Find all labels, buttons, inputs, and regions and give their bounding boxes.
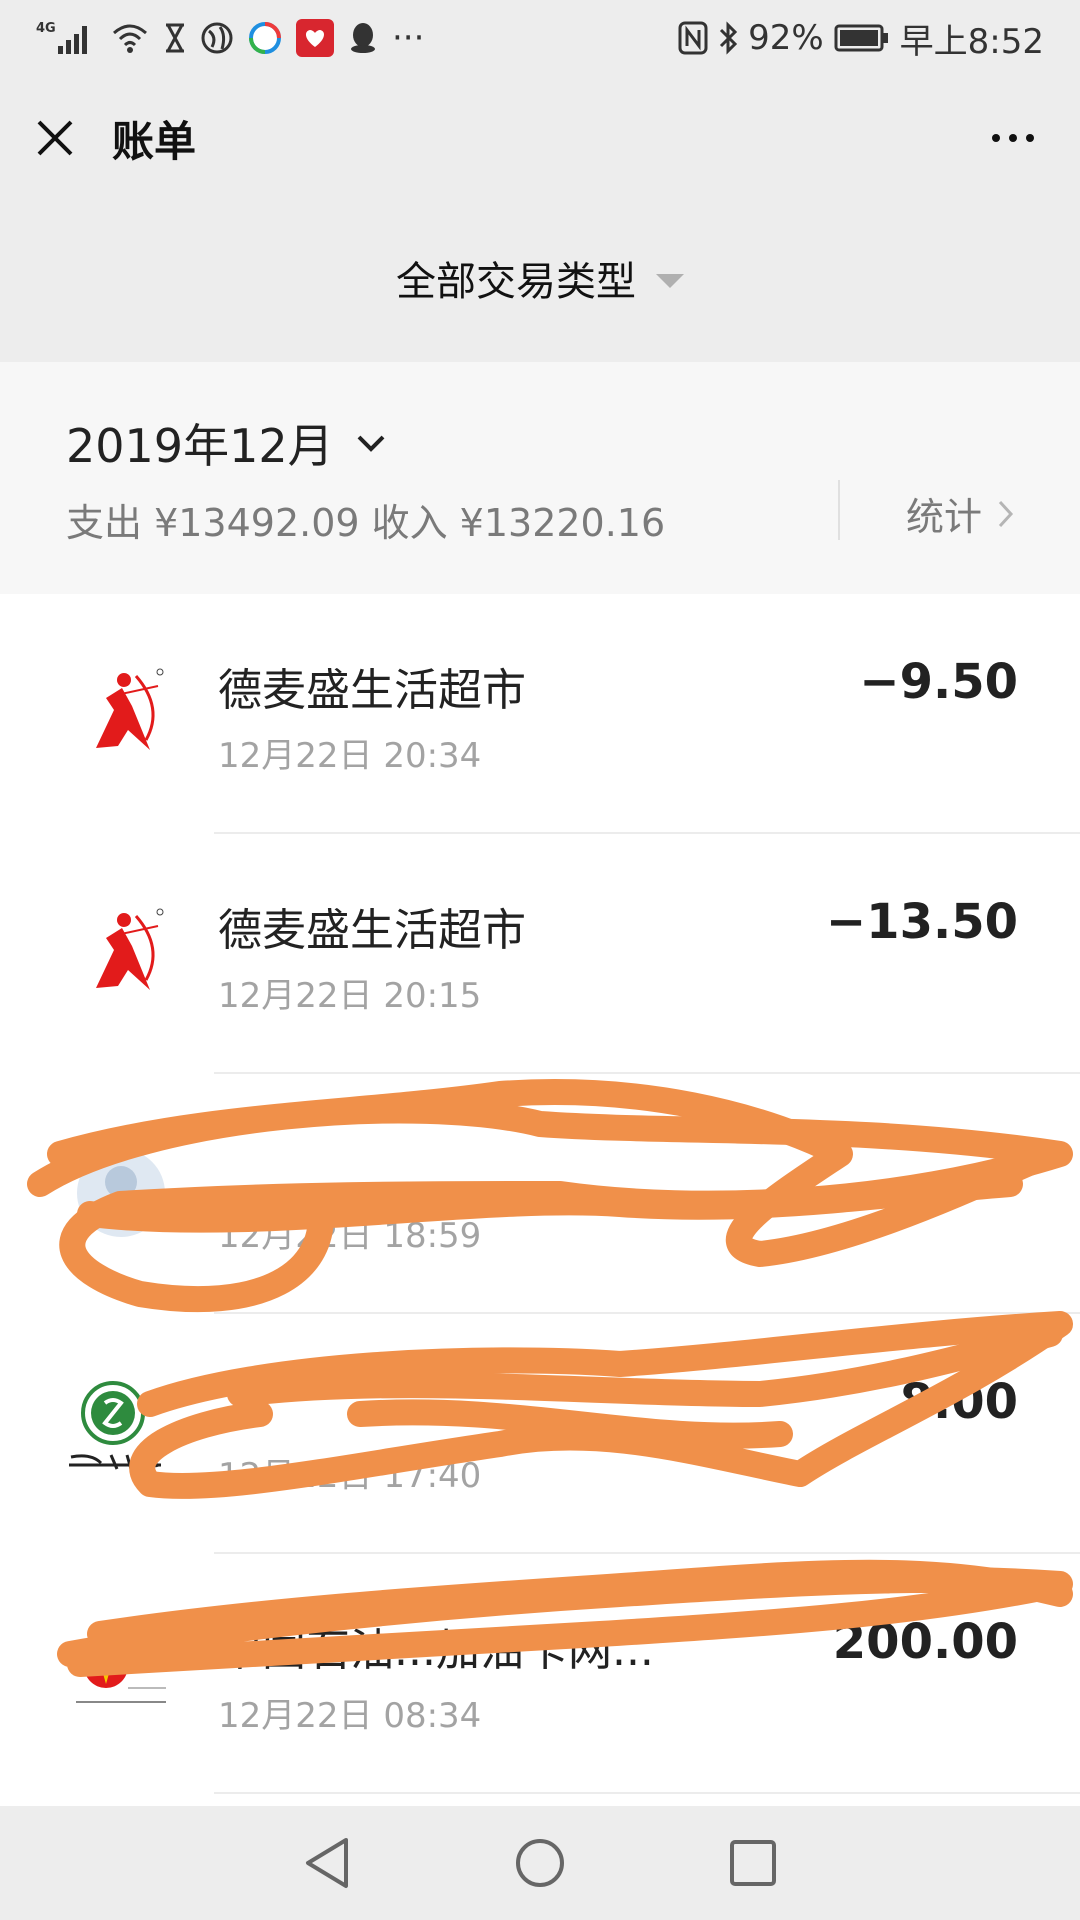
network-type-text: 4G — [36, 21, 56, 36]
battery-percent: 92% — [748, 18, 824, 58]
chevron-right-icon — [998, 500, 1014, 527]
app-red-square-icon — [296, 19, 334, 57]
archer-logo-icon — [60, 892, 182, 1014]
month-label: 2019年12月 — [66, 419, 334, 473]
home-button[interactable] — [510, 1833, 570, 1893]
close-button[interactable] — [32, 115, 78, 161]
wifi-icon — [110, 21, 150, 55]
app-circle-icon — [248, 21, 282, 55]
globe-icon — [200, 21, 234, 55]
month-totals: 支出 ¥13492.09 收入 ¥13220.16 — [66, 492, 665, 547]
filter-label: 全部交易类型 — [396, 259, 636, 305]
transaction-time: 12月22日 20:34 — [218, 736, 482, 776]
back-button[interactable] — [297, 1833, 357, 1893]
more-options-button[interactable] — [978, 115, 1048, 161]
page-title: 账单 — [112, 116, 197, 166]
battery-icon — [834, 23, 890, 53]
transaction-row[interactable]: 德麦盛生活超市 12月22日 20:34 −9.50 — [0, 594, 1080, 834]
status-right-icons: 92% 早上8:52 — [678, 14, 1044, 63]
dot-icon — [992, 134, 1000, 142]
sichuan-rural-credit-logo-icon — [60, 1372, 182, 1494]
status-left-icons: 4G ··· — [36, 18, 424, 58]
transaction-amount: 200.00 — [832, 1614, 1018, 1670]
transaction-time: 12月22日 20:15 — [218, 976, 482, 1016]
transaction-list: 德麦盛生活超市 12月22日 20:34 −9.50 德麦盛生活超市 12月22… — [0, 594, 1080, 1806]
chevron-down-icon — [357, 435, 385, 452]
avatar-icon — [60, 1132, 182, 1254]
statistics-label: 统计 — [906, 495, 983, 539]
transaction-row[interactable]: 德麦盛生活超市 12月22日 20:15 −13.50 — [0, 834, 1080, 1074]
bluetooth-icon — [718, 21, 738, 55]
expense-total: 支出 ¥13492.09 — [66, 501, 360, 545]
statistics-button[interactable]: 统计 — [906, 486, 1014, 541]
month-summary: 2019年12月 支出 ¥13492.09 收入 ¥13220.16 统计 — [0, 362, 1080, 594]
dropdown-arrow-icon — [656, 274, 684, 288]
transaction-time: 12月22日 17:40 — [218, 1456, 482, 1496]
dot-icon — [1009, 134, 1017, 142]
hourglass-icon — [164, 23, 186, 53]
merchant-name: 德麦盛生活超市 — [218, 665, 526, 716]
recents-square-icon — [730, 1840, 777, 1886]
header: 账单 — [0, 76, 1080, 200]
back-triangle-icon — [305, 1838, 348, 1888]
transaction-row[interactable]: 12月22日 18:59 — [0, 1074, 1080, 1314]
transaction-row[interactable]: 中国石油...加油卡网... 12月22日 08:34 200.00 — [0, 1554, 1080, 1794]
status-bar: 4G ··· 92% 早上8:52 — [0, 0, 1080, 76]
qq-icon — [348, 21, 378, 55]
divider — [838, 480, 840, 540]
merchant-name: 中国石油...加油卡网... — [218, 1625, 654, 1676]
recents-button[interactable] — [723, 1833, 783, 1893]
clock-time: 早上8:52 — [899, 21, 1044, 62]
row-divider — [214, 1792, 1080, 1794]
merchant-name: 德麦盛生活超市 — [218, 905, 526, 956]
petrochina-logo-icon — [60, 1612, 182, 1734]
system-nav-bar — [0, 1806, 1080, 1920]
home-circle-icon — [515, 1839, 564, 1887]
transaction-type-filter[interactable]: 全部交易类型 — [0, 238, 1080, 318]
nfc-icon — [678, 21, 708, 55]
close-icon — [37, 120, 73, 156]
transaction-amount: 8.00 — [899, 1374, 1018, 1430]
transaction-row[interactable]: 12月22日 17:40 8.00 — [0, 1314, 1080, 1554]
transaction-time: 12月22日 08:34 — [218, 1696, 482, 1736]
month-selector[interactable]: 2019年12月 — [66, 410, 386, 476]
signal-icon: 4G — [36, 18, 96, 58]
transaction-amount: −13.50 — [825, 894, 1018, 950]
income-total: 收入 ¥13220.16 — [371, 501, 666, 545]
transaction-amount: −9.50 — [859, 654, 1018, 710]
archer-logo-icon — [60, 652, 182, 774]
transaction-time: 12月22日 18:59 — [218, 1216, 482, 1256]
dot-icon — [1026, 134, 1034, 142]
more-notifications-icon: ··· — [392, 18, 425, 58]
